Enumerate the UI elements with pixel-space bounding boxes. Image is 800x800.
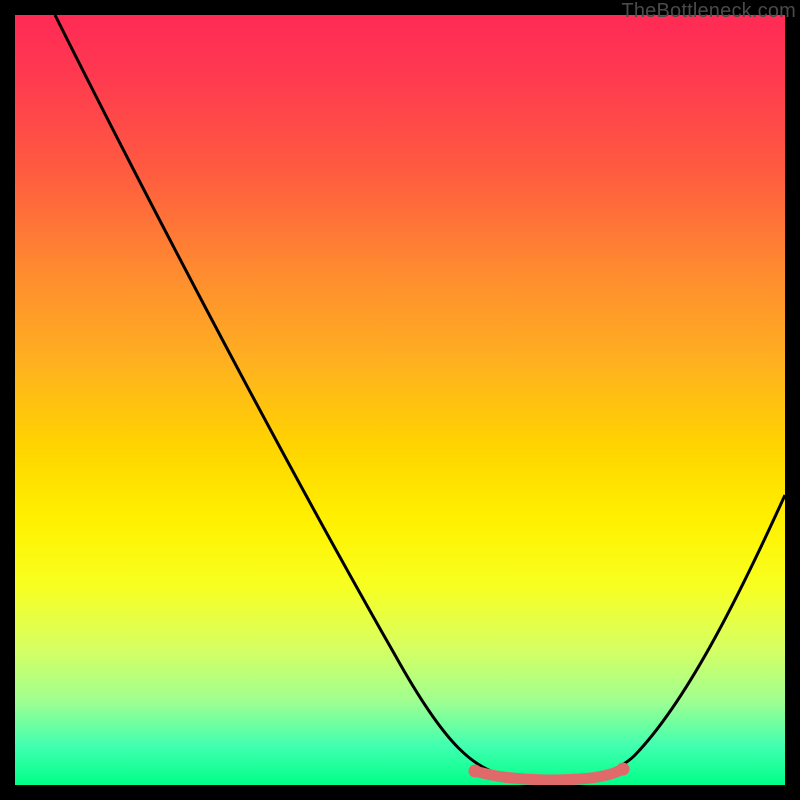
chart-frame [15, 15, 785, 785]
bottleneck-curve-path [55, 15, 785, 778]
bottleneck-highlight-path [475, 769, 623, 780]
bottleneck-curve-svg [15, 15, 785, 785]
watermark-text: TheBottleneck.com [621, 0, 796, 23]
highlight-dot-left [469, 765, 482, 778]
highlight-dot-right [617, 763, 630, 776]
